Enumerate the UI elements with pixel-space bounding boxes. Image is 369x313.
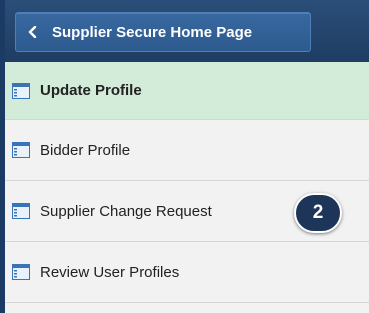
- page-icon: [12, 264, 30, 280]
- back-to-home-button[interactable]: Supplier Secure Home Page: [15, 12, 311, 52]
- menu-item-update-profile[interactable]: Update Profile: [5, 62, 369, 120]
- menu-item-label: Bidder Profile: [40, 141, 131, 159]
- page-icon: [12, 82, 30, 99]
- menu-item-bidder-profile[interactable]: Bidder Profile: [5, 120, 369, 181]
- menu-item-label: Supplier Change Request: [40, 202, 212, 220]
- step-callout-badge: 2: [294, 193, 342, 233]
- menu-item-label: Update Profile: [40, 82, 142, 99]
- menu-list: Update Profile Bidder Profile Supplier C…: [5, 62, 369, 303]
- chevron-left-icon: [26, 25, 40, 39]
- page-icon: [12, 203, 30, 219]
- header-bar: Supplier Secure Home Page: [5, 0, 369, 62]
- app-frame: Supplier Secure Home Page Update Profile…: [0, 0, 369, 313]
- menu-item-review-user-profiles[interactable]: Review User Profiles: [5, 242, 369, 303]
- menu-item-label: Review User Profiles: [40, 263, 180, 281]
- page-icon: [12, 142, 30, 158]
- back-button-label: Supplier Secure Home Page: [52, 23, 253, 41]
